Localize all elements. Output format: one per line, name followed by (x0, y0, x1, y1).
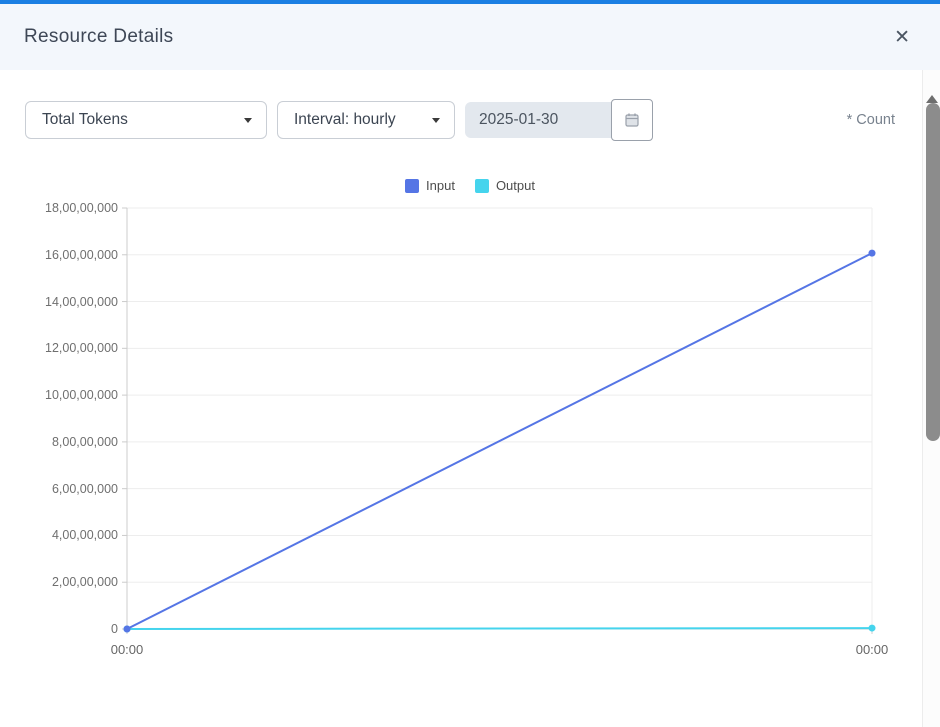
toolbar: Total Tokens Interval: hourly * Count (25, 99, 895, 141)
scrollbar-thumb[interactable] (926, 103, 940, 441)
close-button[interactable]: ✕ (888, 24, 916, 51)
chevron-down-icon (432, 118, 440, 123)
close-icon: ✕ (894, 27, 910, 48)
scrollbar-track[interactable] (922, 70, 940, 727)
dialog-title: Resource Details (24, 26, 173, 48)
calendar-button[interactable] (611, 99, 653, 141)
input-line-series (127, 253, 872, 629)
chevron-down-icon (244, 118, 252, 123)
y-axis-label: 6,00,00,000 (8, 481, 118, 497)
date-input[interactable] (465, 102, 613, 138)
calendar-icon (624, 112, 640, 128)
input-data-point (869, 250, 876, 257)
y-axis-label: 10,00,00,000 (8, 387, 118, 403)
chart-plot-area (0, 170, 940, 680)
y-axis-label: 14,00,00,000 (8, 294, 118, 310)
dialog-header: Resource Details ✕ (0, 4, 940, 70)
y-axis-label: 4,00,00,000 (8, 527, 118, 543)
scrollbar-up-button[interactable] (925, 80, 939, 92)
metric-select-value: Total Tokens (42, 111, 128, 129)
x-axis-label: 00:00 (842, 642, 902, 657)
y-axis-label: 0 (8, 621, 118, 637)
output-line-series (127, 628, 872, 629)
y-axis-label: 2,00,00,000 (8, 574, 118, 590)
input-data-point (124, 626, 131, 633)
y-axis-label: 8,00,00,000 (8, 434, 118, 450)
count-unit-label: * Count (847, 112, 895, 128)
scroll-up-arrow-icon (926, 80, 938, 103)
y-axis-label: 16,00,00,000 (8, 247, 118, 263)
interval-select-value: Interval: hourly (294, 111, 396, 129)
date-picker-group (465, 99, 653, 141)
x-axis-label: 00:00 (97, 642, 157, 657)
output-data-point (869, 625, 876, 632)
interval-select[interactable]: Interval: hourly (277, 101, 455, 139)
chart: InputOutput 02,00,00,0004,00,00,0006,00,… (0, 170, 940, 680)
y-axis-label: 18,00,00,000 (8, 200, 118, 216)
y-axis-label: 12,00,00,000 (8, 340, 118, 356)
metric-select[interactable]: Total Tokens (25, 101, 267, 139)
